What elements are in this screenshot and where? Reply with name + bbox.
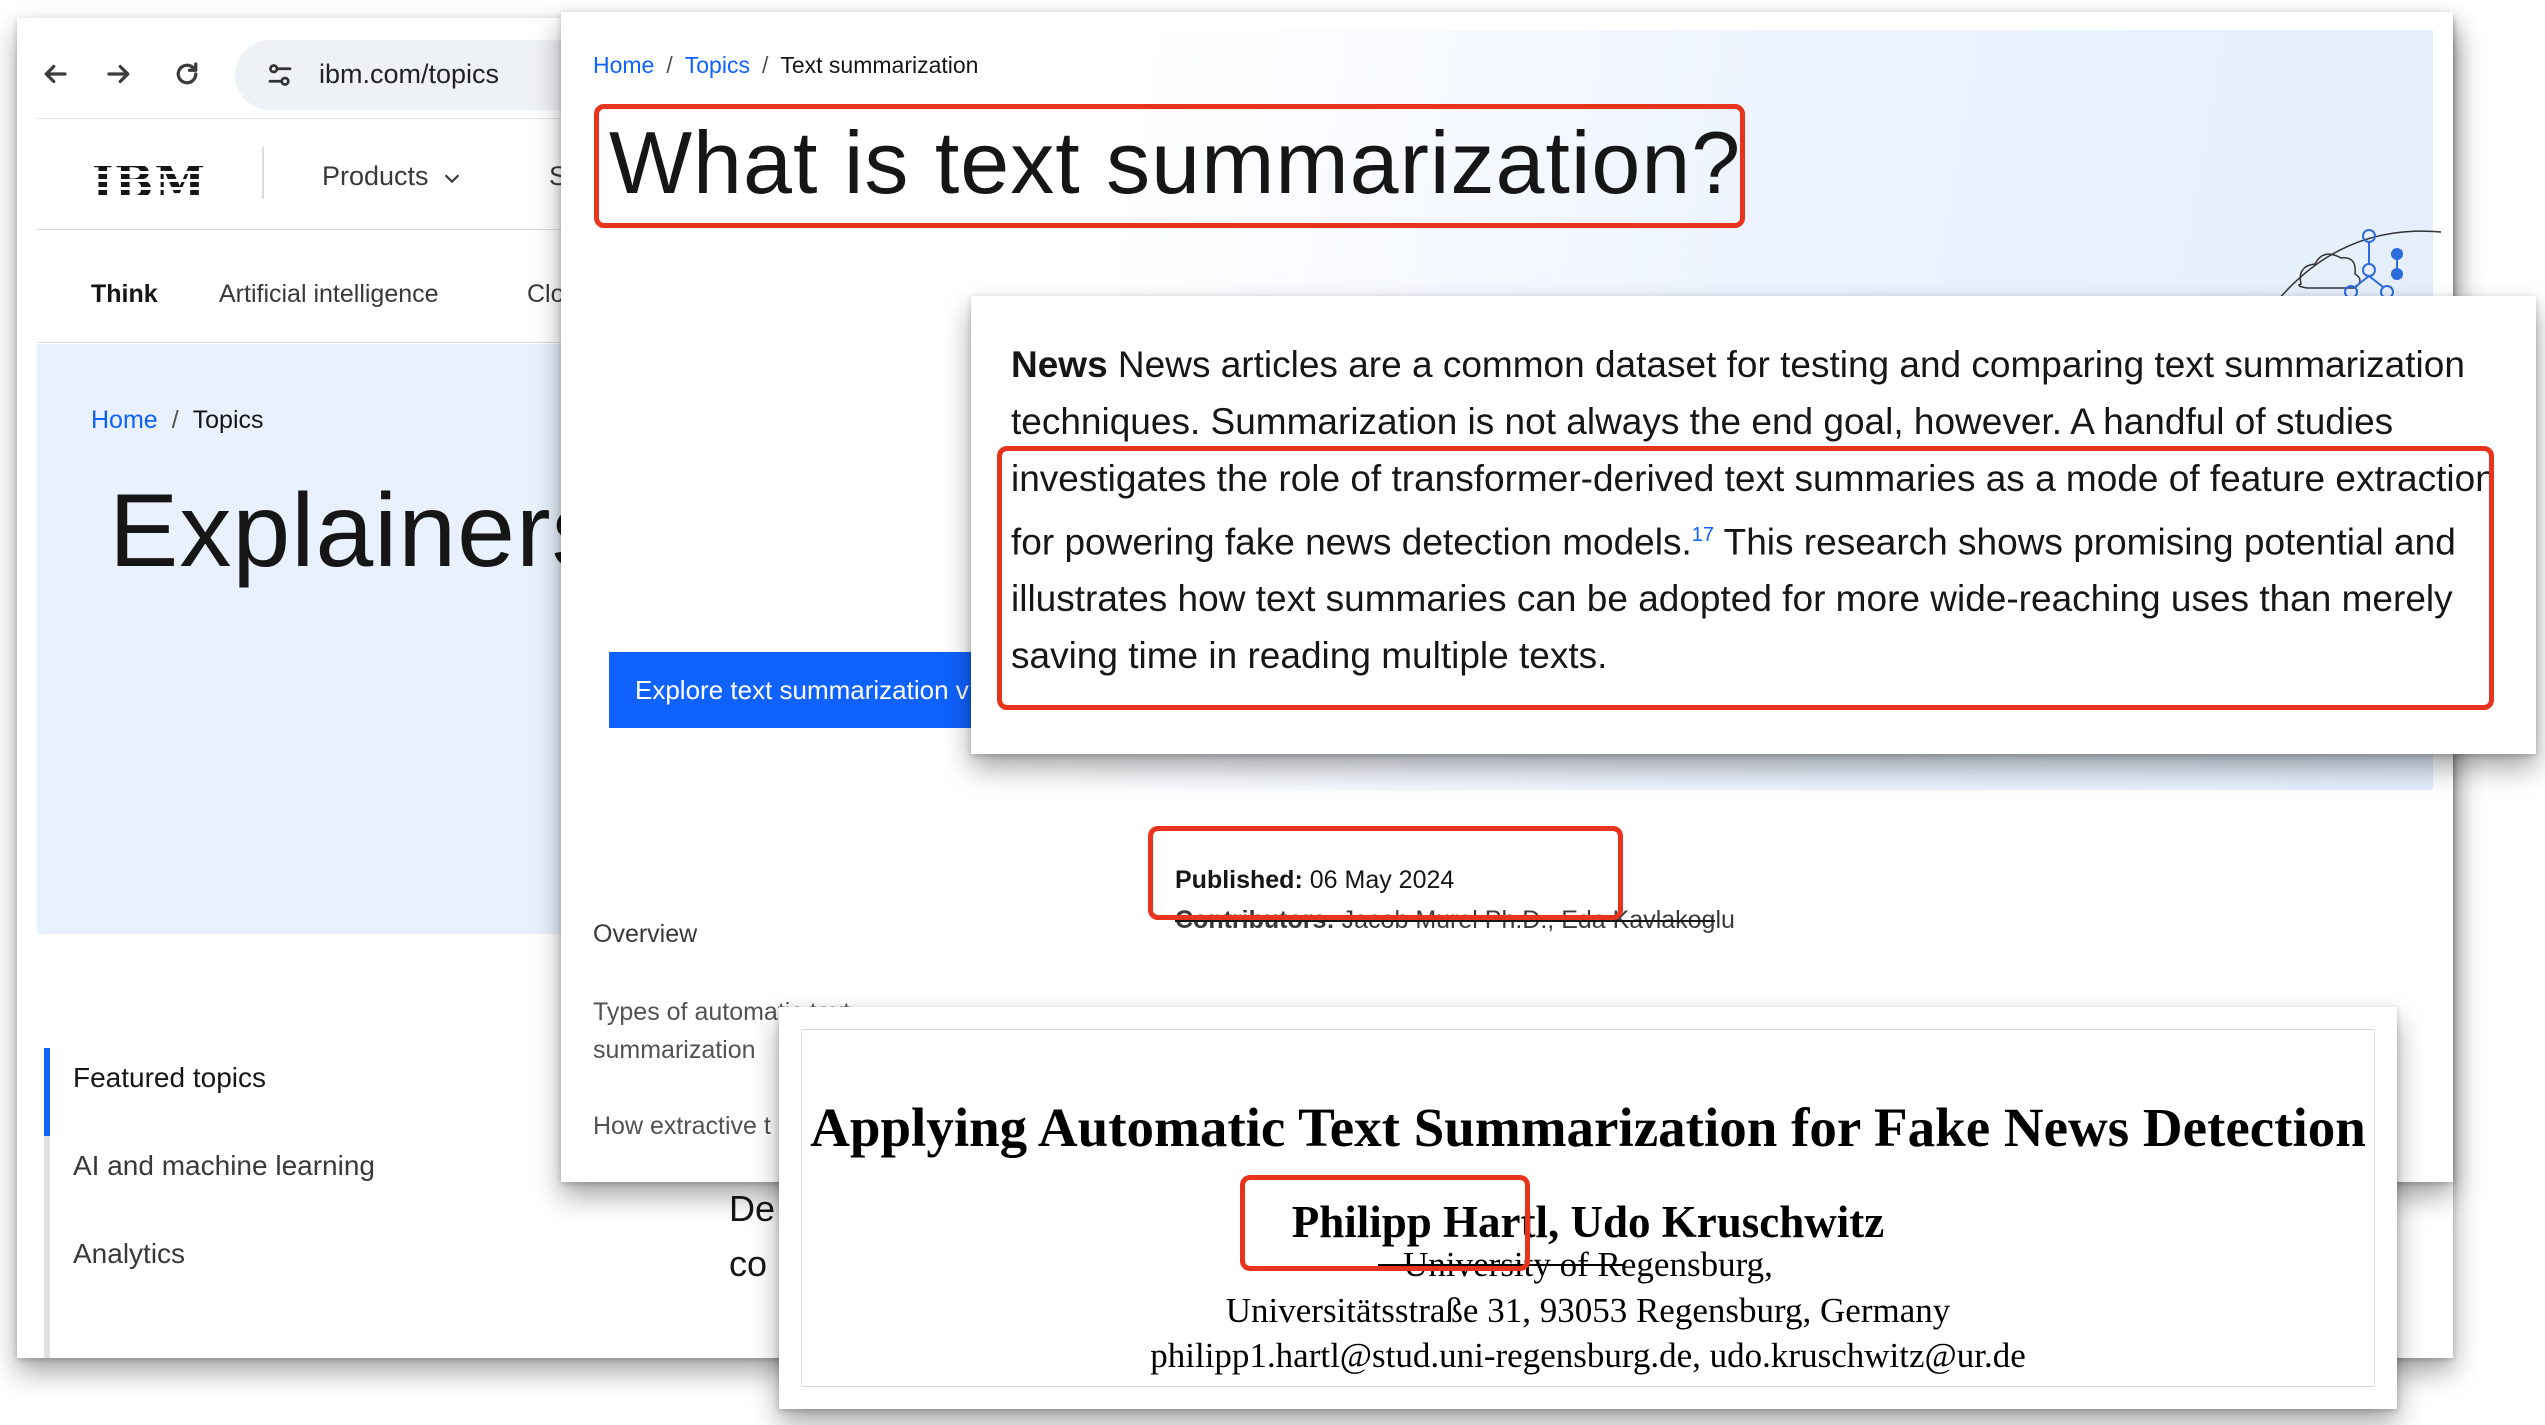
published-date: Published: 06 May 2024: [1175, 866, 1454, 895]
reload-icon: [176, 62, 198, 85]
news-paragraph: News News articles are a common dataset …: [1011, 336, 2511, 684]
toc-how-extractive[interactable]: How extractive t: [593, 1112, 771, 1141]
news-heading: News: [1011, 344, 1108, 385]
breadcrumb-current: Text summarization: [780, 52, 979, 78]
paper-page: Applying Automatic Text Summarization fo…: [801, 1029, 2375, 1387]
paper-title: Applying Automatic Text Summarization fo…: [810, 1097, 2366, 1158]
breadcrumb-topics: Topics: [192, 406, 264, 434]
paper-address: Universitätsstraße 31, 93053 Regensburg,…: [1225, 1291, 1951, 1330]
published-value: 06 May 2024: [1309, 866, 1455, 894]
ibm-logo[interactable]: IBM: [92, 155, 207, 209]
breadcrumb: Home / Topics / Text summarization: [593, 52, 978, 79]
products-menu[interactable]: Products: [322, 161, 463, 192]
paper-emails: philipp1.hartl@stud.uni-regensburg.de, u…: [1150, 1336, 2026, 1375]
article-title: What is text summarization?: [609, 113, 1742, 212]
strike-line: [1378, 1264, 1623, 1266]
site-settings-icon[interactable]: [265, 60, 295, 90]
breadcrumb-home[interactable]: Home: [593, 52, 654, 78]
breadcrumb-home[interactable]: Home: [91, 406, 158, 434]
explore-button[interactable]: Explore text summarization v: [609, 652, 1029, 728]
side-nav-analytics[interactable]: Analytics: [73, 1238, 185, 1270]
strike-line: [1175, 920, 1715, 922]
reload-button[interactable]: [163, 50, 211, 98]
url-text[interactable]: ibm.com/topics: [319, 59, 499, 90]
published-label: Published:: [1175, 866, 1303, 894]
citation-link[interactable]: 17: [1692, 524, 1714, 546]
breadcrumb-separator: /: [761, 52, 769, 78]
subnav-artificial-intelligence[interactable]: Artificial intelligence: [219, 280, 439, 309]
paper-authors: Philipp Hartl, Udo Kruschwitz: [1291, 1197, 1885, 1247]
body-text-fragment: De: [729, 1188, 776, 1229]
masthead-divider: [262, 147, 264, 199]
chevron-down-icon: [444, 174, 459, 184]
body-text-fragment: co: [729, 1243, 768, 1284]
breadcrumb-separator: /: [171, 406, 179, 434]
forward-button[interactable]: [95, 50, 143, 98]
arrow-right-icon: [107, 64, 130, 84]
topics-hero: Home / Topics Explainers: [37, 344, 637, 934]
breadcrumb-separator: /: [666, 52, 673, 78]
paper-window: Applying Automatic Text Summarization fo…: [779, 1007, 2397, 1409]
arrow-left-icon: [44, 64, 67, 84]
back-button[interactable]: [31, 50, 79, 98]
masthead: IBM Products Sc: [37, 118, 637, 230]
breadcrumb-topics[interactable]: Topics: [685, 52, 750, 78]
think-subnav: Think Artificial intelligence Clou: [37, 230, 637, 343]
toc-overview[interactable]: Overview: [593, 920, 697, 949]
side-nav-rail: [44, 1048, 50, 1358]
side-nav-ai-ml[interactable]: AI and machine learning: [73, 1150, 375, 1182]
toc-types-line2[interactable]: summarization: [593, 1036, 756, 1065]
side-nav-featured-topics[interactable]: Featured topics: [73, 1062, 266, 1094]
products-label: Products: [322, 161, 429, 191]
news-snippet-window: News News articles are a common dataset …: [971, 296, 2536, 754]
page-title: Explainers: [109, 473, 605, 589]
subnav-think[interactable]: Think: [91, 280, 158, 309]
breadcrumb: Home / Topics: [91, 406, 264, 435]
side-nav-active-indicator: [44, 1048, 50, 1136]
